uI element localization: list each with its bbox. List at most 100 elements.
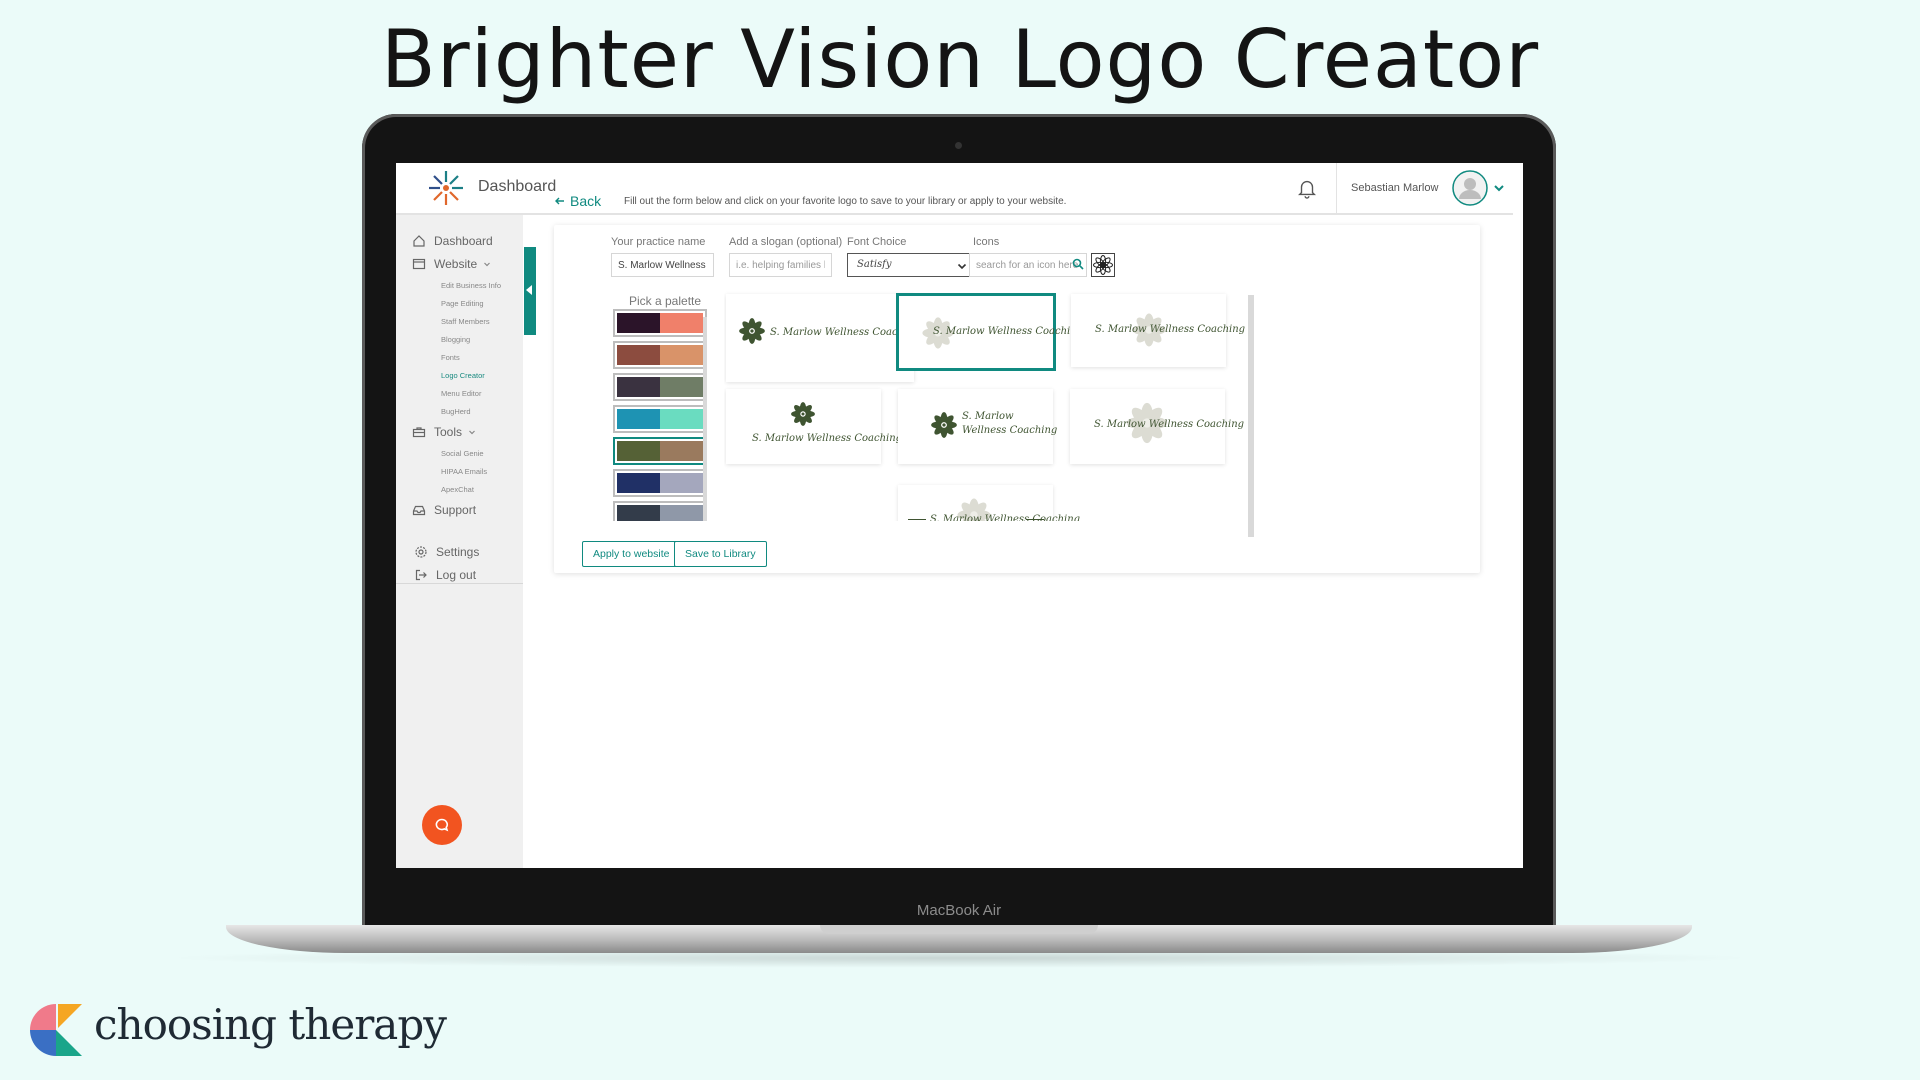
topbar-divider xyxy=(1336,163,1337,213)
palette-color xyxy=(660,473,703,493)
palette-swatch[interactable] xyxy=(613,341,707,369)
logo-option[interactable]: S. Marlow Wellness Coaching xyxy=(726,389,902,464)
back-link[interactable]: Back xyxy=(554,193,601,209)
footer-brand: choosing therapy xyxy=(94,1000,447,1049)
sidebar-item-label: Website xyxy=(434,257,478,271)
chevron-down-icon xyxy=(484,262,491,267)
sidebar-item-website[interactable]: Website xyxy=(412,254,491,274)
palette-color xyxy=(617,377,660,397)
chevron-down-icon[interactable] xyxy=(1493,182,1505,194)
palette-color xyxy=(617,473,660,493)
sidebar-sub-social-genie[interactable]: Social Genie xyxy=(441,449,484,458)
logo-creator-card: Your practice name Add a slogan (optiona… xyxy=(554,225,1480,573)
sidebar-item-settings[interactable]: Settings xyxy=(414,542,479,562)
sidebar-item-support[interactable]: Support xyxy=(412,500,476,520)
palette-color xyxy=(617,505,660,521)
laptop-brand: MacBook Air xyxy=(916,902,1002,919)
sidebar-sub-staff-members[interactable]: Staff Members xyxy=(441,317,490,326)
palette-list xyxy=(611,309,709,521)
sidebar-sub-menu-editor[interactable]: Menu Editor xyxy=(441,389,481,398)
logo-text: S. Marlow Wellness Coaching xyxy=(1095,324,1246,335)
browser-window-icon xyxy=(412,258,426,270)
flower-icon xyxy=(1093,255,1113,275)
apply-to-website-button[interactable]: Apply to website xyxy=(582,541,681,567)
logo-option[interactable]: S. Marlow Wellness Coaching xyxy=(1071,294,1245,367)
choosing-therapy-logo-icon xyxy=(30,1004,82,1056)
flower-icon xyxy=(790,401,816,427)
sidebar-item-tools[interactable]: Tools xyxy=(412,422,476,442)
camera-dot xyxy=(955,142,962,149)
logo-rule-right xyxy=(1026,519,1044,520)
bell-icon[interactable] xyxy=(1296,177,1318,199)
sidebar-collapse-tab[interactable] xyxy=(524,247,536,335)
user-name[interactable]: Sebastian Marlow xyxy=(1351,182,1438,194)
save-to-library-button[interactable]: Save to Library xyxy=(674,541,767,567)
font-choice-value: Satisfy xyxy=(857,259,892,270)
palette-swatch[interactable] xyxy=(613,469,707,497)
page-title: Brighter Vision Logo Creator xyxy=(380,13,1540,106)
slogan-label: Add a slogan (optional) xyxy=(729,236,843,248)
practice-name-input[interactable] xyxy=(611,253,714,277)
selected-icon-chip[interactable] xyxy=(1091,253,1115,277)
sidebar-item-label: Dashboard xyxy=(434,234,493,248)
logo-option[interactable]: S. Marlow Wellness Coaching xyxy=(726,294,920,382)
avatar-icon[interactable] xyxy=(1452,170,1488,206)
gear-icon xyxy=(415,546,427,558)
chevron-left-icon xyxy=(526,285,532,295)
sidebar-sub-fonts[interactable]: Fonts xyxy=(441,353,460,362)
sidebar-sub-edit-business-info[interactable]: Edit Business Info xyxy=(441,281,501,290)
search-icon[interactable] xyxy=(1072,258,1084,270)
palette-swatch[interactable] xyxy=(613,373,707,401)
icon-search-input[interactable] xyxy=(969,253,1087,277)
flower-icon xyxy=(738,317,766,345)
sidebar-item-log-out[interactable]: Log out xyxy=(414,565,476,585)
logo-option[interactable]: S. Marlow Wellness Coaching xyxy=(898,389,1057,464)
palette-title: Pick a palette xyxy=(629,294,702,308)
palette-color xyxy=(617,441,660,461)
logo-option-selected[interactable]: S. Marlow Wellness Coaching xyxy=(896,293,1083,371)
logo-text-line2: Wellness Coaching xyxy=(962,425,1058,436)
header-title: Dashboard xyxy=(478,178,557,195)
logo-rule-left xyxy=(908,519,926,520)
sidebar-sub-hipaa-emails[interactable]: HIPAA Emails xyxy=(441,467,487,476)
sidebar-item-label: Settings xyxy=(436,545,480,559)
palette-swatch[interactable] xyxy=(613,405,707,433)
font-choice-select[interactable]: Satisfy xyxy=(847,253,975,277)
palette-scrollbar[interactable] xyxy=(703,317,707,521)
help-chat-button[interactable] xyxy=(422,805,462,845)
toolbox-icon xyxy=(412,427,426,438)
sidebar-sub-logo-creator[interactable]: Logo Creator xyxy=(441,371,485,380)
logo-text: S. Marlow Wellness Coaching xyxy=(1094,419,1245,430)
sidebar-sub-page-editing[interactable]: Page Editing xyxy=(441,299,484,308)
chevron-down-icon xyxy=(957,263,967,270)
logo-option[interactable]: S. Marlow Wellness Coaching xyxy=(1070,389,1244,464)
instructions-text: Fill out the form below and click on you… xyxy=(624,196,1067,207)
slogan-input[interactable] xyxy=(729,253,832,277)
logout-icon xyxy=(415,569,427,581)
palette-swatch[interactable] xyxy=(613,501,707,521)
sidebar-item-label: Log out xyxy=(436,568,477,582)
flower-icon xyxy=(930,411,958,439)
home-icon xyxy=(413,235,425,247)
logo-text: S. Marlow Wellness Coaching xyxy=(930,514,1081,521)
sidebar-sub-apexchat[interactable]: ApexChat xyxy=(441,485,474,494)
logo-text-line1: S. Marlow xyxy=(962,411,1014,422)
sidebar-sub-bugherd[interactable]: BugHerd xyxy=(441,407,471,416)
sidebar-sub-blogging[interactable]: Blogging xyxy=(441,335,470,344)
palette-swatch[interactable] xyxy=(613,437,707,465)
sidebar-item-dashboard[interactable]: Dashboard xyxy=(412,231,493,251)
chevron-down-icon xyxy=(469,430,475,435)
palette-color xyxy=(617,409,660,429)
palette-color xyxy=(660,409,703,429)
laptop-base xyxy=(226,925,1692,953)
palette-color xyxy=(660,377,703,397)
inbox-icon xyxy=(412,505,426,516)
logo-grid-scrollbar[interactable] xyxy=(1248,295,1254,537)
icons-label: Icons xyxy=(973,236,1000,248)
brighter-vision-logo-icon[interactable] xyxy=(426,168,466,208)
laptop-notch xyxy=(820,925,1098,934)
logo-option[interactable]: S. Marlow Wellness Coaching xyxy=(898,485,1080,521)
sidebar: Dashboard Website Edit Business Info Pag… xyxy=(396,215,523,868)
palette-color xyxy=(660,313,703,333)
palette-swatch[interactable] xyxy=(613,309,707,337)
